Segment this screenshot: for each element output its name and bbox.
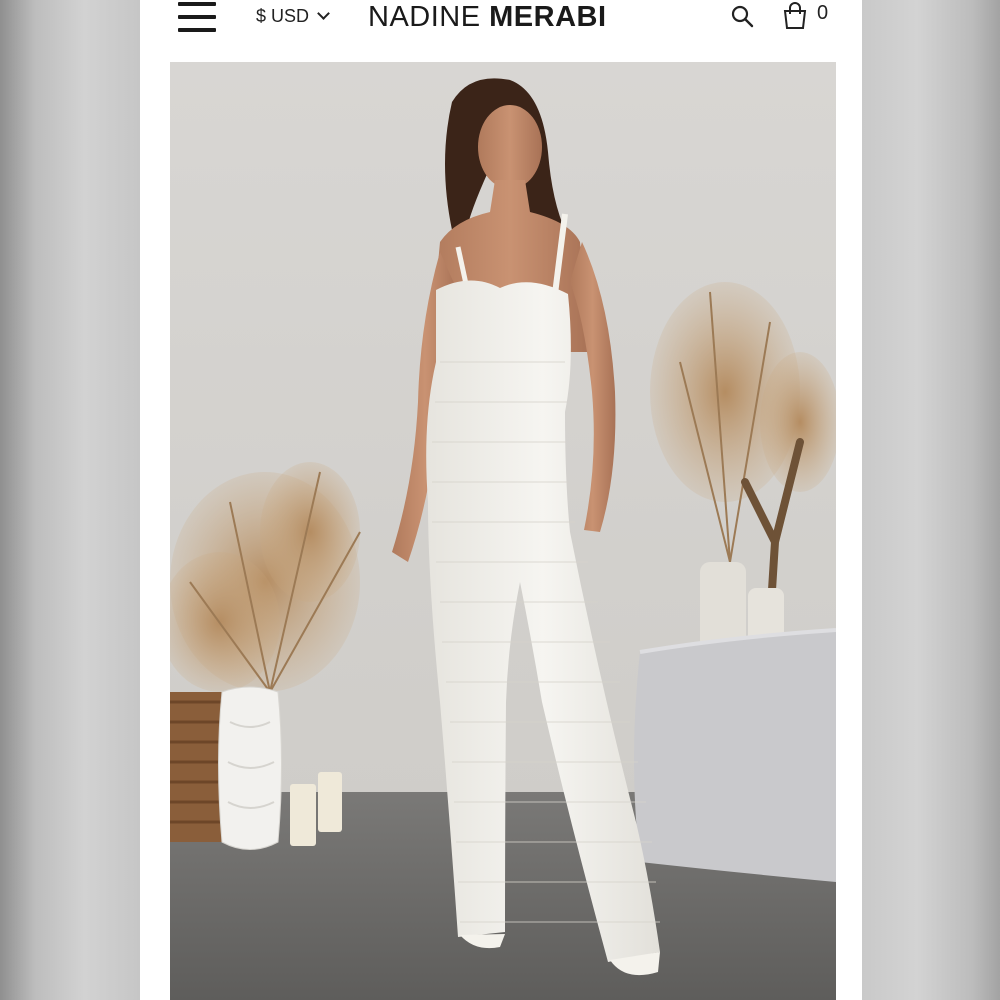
blurred-background-right — [862, 0, 1000, 1000]
currency-selector[interactable]: $ USD — [256, 4, 330, 28]
chevron-down-icon — [317, 7, 330, 20]
product-image[interactable] — [170, 62, 836, 1000]
screenshot-stage: $ USD NADINE MERABI 0 — [0, 0, 1000, 1000]
cart-count[interactable]: 0 — [817, 2, 828, 25]
brand-logo[interactable]: NADINE MERABI — [368, 0, 640, 36]
currency-label: $ USD — [256, 5, 310, 26]
brand-name-second: MERABI — [489, 1, 607, 33]
shopping-bag-icon[interactable] — [782, 2, 808, 30]
brand-name-first: NADINE — [368, 1, 490, 33]
site-header: $ USD NADINE MERABI 0 — [140, 0, 862, 60]
hamburger-menu-icon[interactable] — [178, 0, 216, 34]
search-icon[interactable] — [730, 4, 754, 28]
mobile-page: $ USD NADINE MERABI 0 — [140, 0, 862, 1000]
blurred-background-left — [0, 0, 140, 1000]
